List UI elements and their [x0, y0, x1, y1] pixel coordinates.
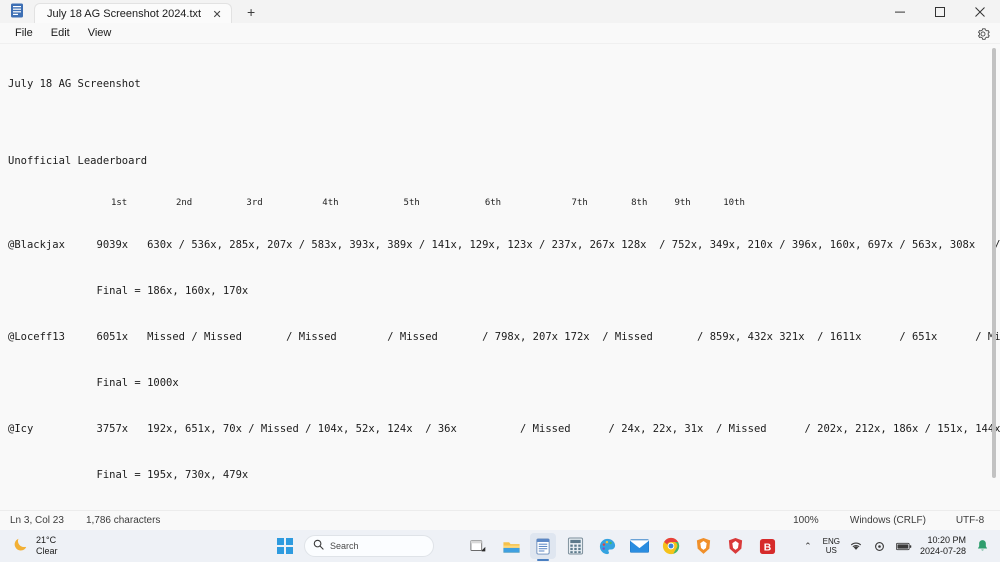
search-input[interactable]: Search: [304, 535, 434, 557]
bing-icon[interactable]: B: [754, 533, 780, 559]
scrollbar-thumb[interactable]: [992, 48, 996, 478]
desktop-root: July 18 AG Screenshot 2024.txt ✕ + File …: [0, 0, 1000, 562]
weather-text: 21°C Clear: [36, 535, 58, 557]
close-tab-icon[interactable]: ✕: [209, 6, 225, 22]
language-line-2: US: [825, 546, 837, 555]
search-icon: [313, 537, 324, 555]
tab-title: July 18 AG Screenshot 2024.txt: [47, 8, 202, 20]
clock-time: 10:20 PM: [927, 535, 966, 545]
wifi-icon[interactable]: [848, 538, 864, 554]
weather-condition: Clear: [36, 546, 58, 556]
new-tab-icon[interactable]: +: [240, 2, 262, 22]
taskbar-center-group: Search B: [272, 533, 780, 559]
menu-item-view[interactable]: View: [79, 25, 121, 41]
status-right-group: 100% Windows (CRLF) UTF-8: [776, 515, 1000, 526]
character-count: 1,786 characters: [85, 515, 161, 526]
window-controls: [880, 0, 1000, 23]
status-bar: Ln 3, Col 23 1,786 characters 100% Windo…: [0, 510, 1000, 530]
chrome-icon[interactable]: [658, 533, 684, 559]
search-placeholder: Search: [330, 541, 359, 551]
section-heading: Unofficial Leaderboard: [8, 155, 148, 167]
moon-icon: [12, 535, 30, 558]
bell-icon[interactable]: [974, 538, 990, 554]
zoom-level[interactable]: 100%: [776, 515, 836, 526]
calculator-icon[interactable]: [562, 533, 588, 559]
doc-title-line: July 18 AG Screenshot: [8, 78, 141, 90]
entry-final-line: Final = 186x, 160x, 170x: [8, 285, 249, 297]
chevron-up-icon[interactable]: ⌃: [801, 541, 815, 552]
title-bar: July 18 AG Screenshot 2024.txt ✕ +: [0, 0, 1000, 24]
notepad-icon[interactable]: [530, 533, 556, 559]
file-explorer-icon[interactable]: [498, 533, 524, 559]
status-left-group: Ln 3, Col 23 1,786 characters: [0, 515, 160, 526]
svg-text:B: B: [763, 542, 771, 553]
text-editor-area[interactable]: July 18 AG Screenshot Unofficial Leaderb…: [0, 44, 1000, 510]
document-text: July 18 AG Screenshot Unofficial Leaderb…: [8, 50, 1000, 510]
windows-start-icon[interactable]: [272, 533, 298, 559]
clock-date: 2024-07-28: [919, 546, 966, 556]
system-tray: ⌃ ENG US 10:20 PM 2024-07-28: [801, 530, 1000, 562]
menu-item-edit[interactable]: Edit: [42, 25, 79, 41]
cursor-position: Ln 3, Col 23: [10, 515, 64, 526]
windows-taskbar: 21°C Clear Search B ⌃ ENG US 10:20 PM 20…: [0, 530, 1000, 562]
column-headers-line: 1st 2nd 3rd 4th 5th 6th 7th 8th 9th 10th: [8, 198, 745, 208]
task-view-icon[interactable]: [466, 533, 492, 559]
language-indicator[interactable]: ENG US: [823, 537, 840, 555]
volume-icon[interactable]: [872, 538, 888, 554]
entry-final-line: Final = 195x, 730x, 479x: [8, 469, 249, 481]
brave-beta-icon[interactable]: [722, 533, 748, 559]
line-endings[interactable]: Windows (CRLF): [836, 515, 940, 526]
entry-scores-line: @Blackjax 9039x 630x / 536x, 285x, 207x …: [8, 239, 1000, 251]
vertical-scrollbar[interactable]: [990, 48, 998, 486]
maximize-button[interactable]: [920, 0, 960, 23]
paint-icon[interactable]: [594, 533, 620, 559]
menu-item-file[interactable]: File: [6, 25, 42, 41]
mail-icon[interactable]: [626, 533, 652, 559]
menu-bar: File Edit View: [0, 23, 1000, 44]
notepad-app-icon: [0, 0, 34, 23]
entry-scores-line: @Loceff13 6051x Missed / Missed / Missed…: [8, 331, 1000, 343]
weather-widget[interactable]: 21°C Clear: [0, 535, 130, 558]
taskbar-clock[interactable]: 10:20 PM 2024-07-28: [920, 535, 966, 557]
close-window-button[interactable]: [960, 0, 1000, 23]
notepad-window: July 18 AG Screenshot 2024.txt ✕ + File …: [0, 0, 1000, 530]
minimize-button[interactable]: [880, 0, 920, 23]
brave-icon[interactable]: [690, 533, 716, 559]
encoding[interactable]: UTF-8: [940, 515, 1000, 526]
gear-icon[interactable]: [974, 25, 992, 43]
entry-scores-line: @Icy 3757x 192x, 651x, 70x / Missed / 10…: [8, 423, 1000, 435]
document-tab[interactable]: July 18 AG Screenshot 2024.txt ✕: [34, 3, 233, 24]
battery-icon[interactable]: [895, 538, 912, 554]
entry-final-line: Final = 1000x: [8, 377, 179, 389]
weather-temperature: 21°C: [36, 535, 57, 545]
language-line-1: ENG: [822, 537, 840, 546]
